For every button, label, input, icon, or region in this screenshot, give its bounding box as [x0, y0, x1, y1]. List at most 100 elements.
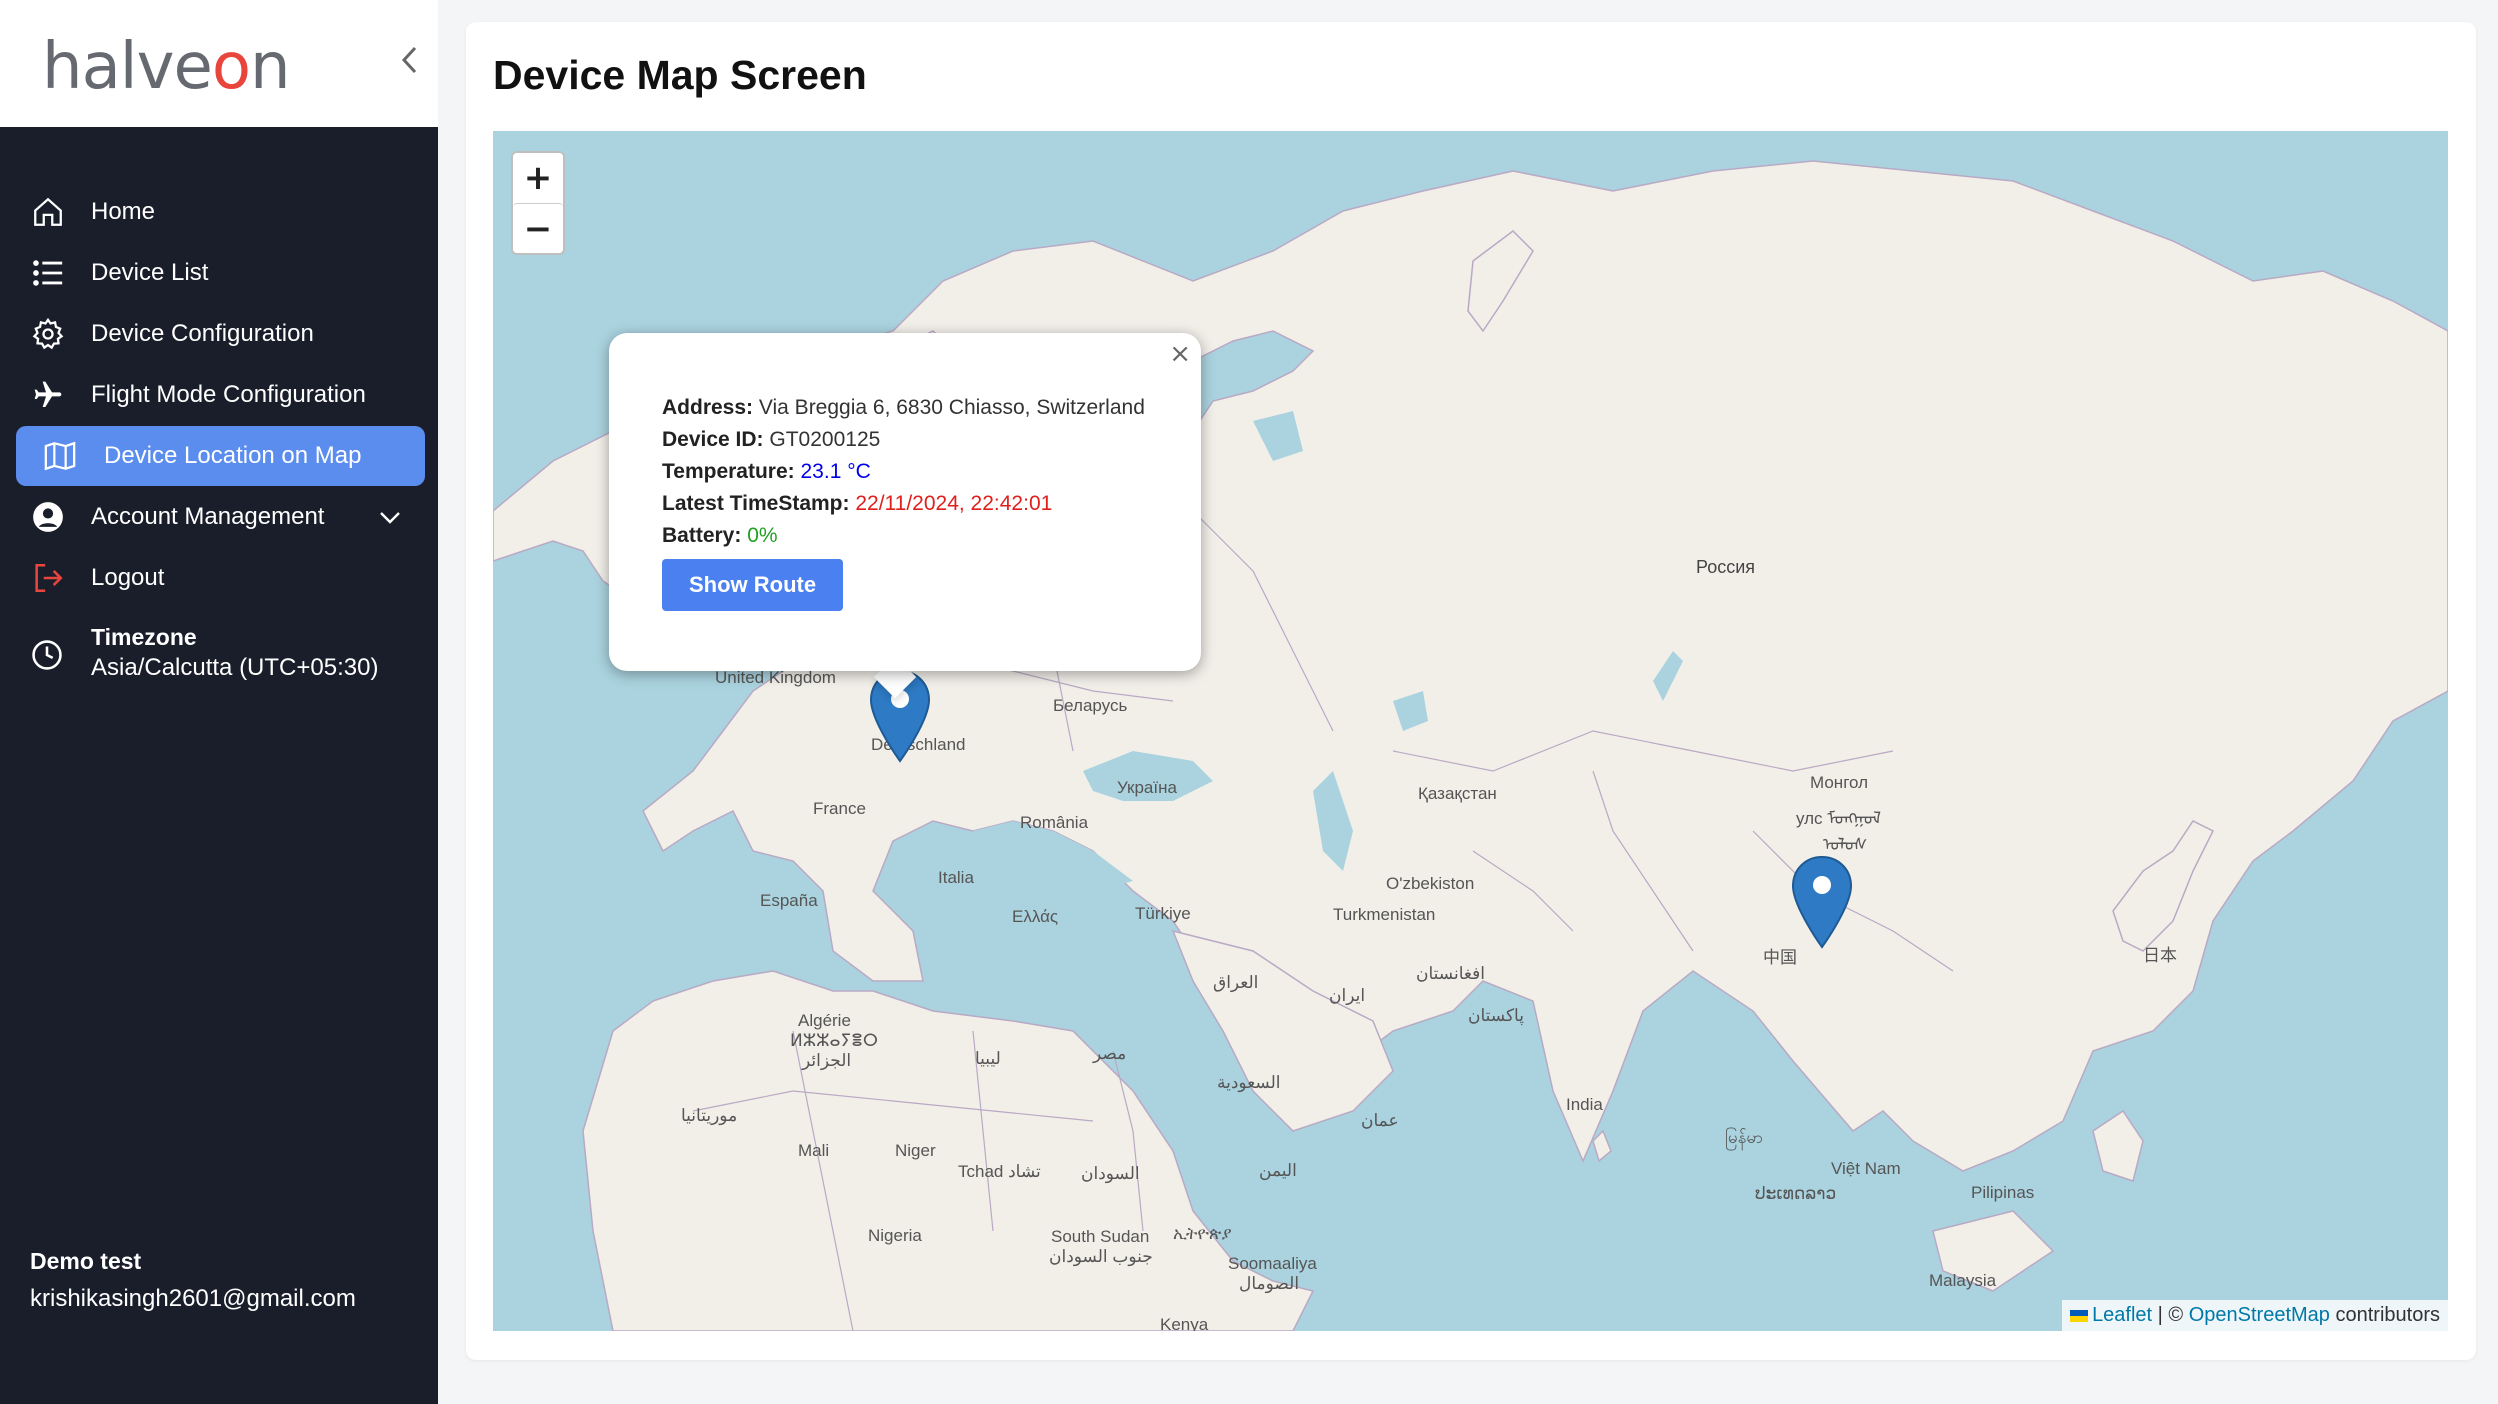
- map-place-label: افغانستان: [1416, 964, 1485, 983]
- timezone-label: Timezone: [91, 624, 197, 650]
- address-label: Address:: [662, 396, 754, 419]
- map-place-label: France: [813, 799, 866, 818]
- sidebar-item-label: Device List: [91, 259, 209, 286]
- sidebar: halveon Home Device List Device Configur…: [0, 0, 438, 1404]
- collapse-sidebar-button[interactable]: [395, 38, 425, 82]
- popup-address-row: Address: Via Breggia 6, 6830 Chiasso, Sw…: [662, 393, 1182, 422]
- map-place-label: မြန်မာ: [1725, 1128, 1764, 1147]
- map-place-label: Tchad تشاد: [958, 1162, 1041, 1181]
- sidebar-item-account-management[interactable]: Account Management: [16, 487, 425, 547]
- map-place-label: اليمن: [1259, 1161, 1297, 1180]
- map-place-label: Niger: [895, 1141, 936, 1160]
- attribution-separator: | ©: [2152, 1304, 2189, 1326]
- popup-temperature-row: Temperature: 23.1 °C: [662, 457, 1182, 486]
- show-route-button[interactable]: Show Route: [662, 559, 844, 611]
- clock-icon: [30, 638, 64, 677]
- map-place-label: Україна: [1117, 778, 1177, 797]
- attribution-suffix: contributors: [2329, 1304, 2440, 1326]
- popup-timestamp-row: Latest TimeStamp: 22/11/2024, 22:42:01: [662, 489, 1182, 518]
- device-id-label: Device ID:: [662, 428, 764, 451]
- user-email: krishikasingh2601@gmail.com: [30, 1285, 356, 1312]
- close-icon[interactable]: ×: [1169, 339, 1191, 369]
- map-place-label: ایران: [1329, 986, 1366, 1005]
- sidebar-item-flight-mode-configuration[interactable]: Flight Mode Configuration: [16, 365, 425, 425]
- map-place-label: Монгол: [1810, 773, 1869, 792]
- map-place-label: جنوب السودان: [1049, 1247, 1153, 1266]
- home-icon: [30, 194, 66, 230]
- map-place-label: ປະເທດລາວ: [1755, 1184, 1837, 1203]
- chevron-down-icon: [380, 512, 400, 524]
- map-place-label: Nigeria: [868, 1226, 922, 1245]
- map-place-label: South Sudan: [1051, 1227, 1150, 1246]
- popup-battery-row: Battery: 0%: [662, 521, 1182, 550]
- map-place-label: ኢትዮጵያ: [1173, 1224, 1232, 1243]
- device-info-popup: × Address: Via Breggia 6, 6830 Chiasso, …: [609, 333, 1201, 671]
- user-info: Demo test krishikasingh2601@gmail.com: [30, 1248, 356, 1313]
- leaflet-link[interactable]: Leaflet: [2092, 1304, 2152, 1326]
- map-place-label: Malaysia: [1929, 1271, 1997, 1290]
- map-place-label: Kenya: [1160, 1315, 1209, 1331]
- map-place-label: الصومال: [1239, 1274, 1300, 1293]
- map-place-label: عمان: [1361, 1111, 1399, 1130]
- map-place-label: ليبيا: [975, 1049, 1001, 1068]
- map-place-label: ⵍⵣⵣⴰⵢⴻⵔ: [790, 1031, 878, 1050]
- zoom-in-button[interactable]: +: [513, 153, 563, 203]
- device-marker-china[interactable]: [1791, 855, 1853, 949]
- map-place-label: España: [760, 891, 818, 910]
- map-place-label: Россия: [1696, 557, 1756, 577]
- address-value: Via Breggia 6, 6830 Chiasso, Switzerland: [758, 396, 1145, 419]
- openstreetmap-link[interactable]: OpenStreetMap: [2189, 1304, 2330, 1326]
- sidebar-item-label: Device Configuration: [91, 320, 314, 347]
- map-place-label: Türkiye: [1135, 904, 1191, 923]
- map-place-label: Việt Nam: [1831, 1159, 1901, 1178]
- device-map[interactable]: + − Россия United Kingdom Беларусь Deuts…: [493, 131, 2448, 1331]
- map-attribution: Leaflet | © OpenStreetMap contributors: [2062, 1300, 2448, 1331]
- map-place-label: Беларусь: [1053, 696, 1128, 715]
- map-icon: [42, 438, 78, 474]
- map-place-label: Soomaaliya: [1228, 1254, 1317, 1273]
- sidebar-item-label: Flight Mode Configuration: [91, 381, 366, 408]
- map-place-label: Italia: [938, 868, 974, 887]
- map-place-label: موريتانيا: [681, 1106, 738, 1125]
- sidebar-item-label: Logout: [91, 564, 165, 591]
- battery-label: Battery:: [662, 524, 742, 547]
- map-place-label: India: [1566, 1095, 1603, 1114]
- map-place-label: Algérie: [798, 1011, 851, 1030]
- map-place-label: United Kingdom: [715, 668, 836, 687]
- chevron-left-icon: [401, 46, 417, 74]
- map-place-label: 日本: [2143, 946, 2177, 965]
- sidebar-item-home[interactable]: Home: [16, 182, 425, 242]
- map-place-label: الجزائر: [802, 1051, 852, 1070]
- device-id-value: GT0200125: [769, 428, 881, 451]
- page-title: Device Map Screen: [493, 52, 867, 98]
- timezone-value: Asia/Calcutta (UTC+05:30): [91, 654, 379, 681]
- temperature-label: Temperature:: [662, 460, 795, 483]
- map-place-label: السودان: [1081, 1164, 1140, 1183]
- brand-logo: halveon: [42, 30, 291, 104]
- map-land: [493, 160, 2448, 1331]
- sidebar-item-device-location-on-map[interactable]: Device Location on Map: [16, 426, 425, 486]
- airplane-icon: [30, 377, 66, 413]
- map-place-label: ᠤᠯᠤᠰ: [1823, 835, 1868, 854]
- map-place-label: Қазақстан: [1418, 784, 1497, 803]
- zoom-out-button[interactable]: −: [513, 203, 563, 253]
- sidebar-item-logout[interactable]: Logout: [16, 548, 425, 608]
- sidebar-item-label: Account Management: [91, 503, 325, 530]
- list-icon: [30, 255, 66, 291]
- map-place-label: العراق: [1213, 973, 1259, 992]
- map-place-label: Turkmenistan: [1333, 905, 1436, 924]
- sidebar-item-label: Home: [91, 198, 156, 225]
- map-place-label: Mali: [798, 1141, 830, 1160]
- map-place-label: Ελλάς: [1012, 907, 1059, 926]
- map-place-label: پاکستان: [1468, 1006, 1524, 1025]
- sidebar-item-device-list[interactable]: Device List: [16, 243, 425, 303]
- sidebar-item-device-configuration[interactable]: Device Configuration: [16, 304, 425, 364]
- ukraine-flag-icon: [2070, 1309, 2089, 1322]
- map-place-label: O'zbekiston: [1386, 874, 1475, 893]
- popup-device-id-row: Device ID: GT0200125: [662, 425, 1182, 454]
- temperature-value: 23.1 °C: [800, 460, 871, 483]
- logout-icon: [30, 560, 66, 596]
- map-place-label: مصر: [1093, 1044, 1127, 1063]
- logo-bar: halveon: [0, 0, 438, 127]
- user-circle-icon: [30, 499, 66, 535]
